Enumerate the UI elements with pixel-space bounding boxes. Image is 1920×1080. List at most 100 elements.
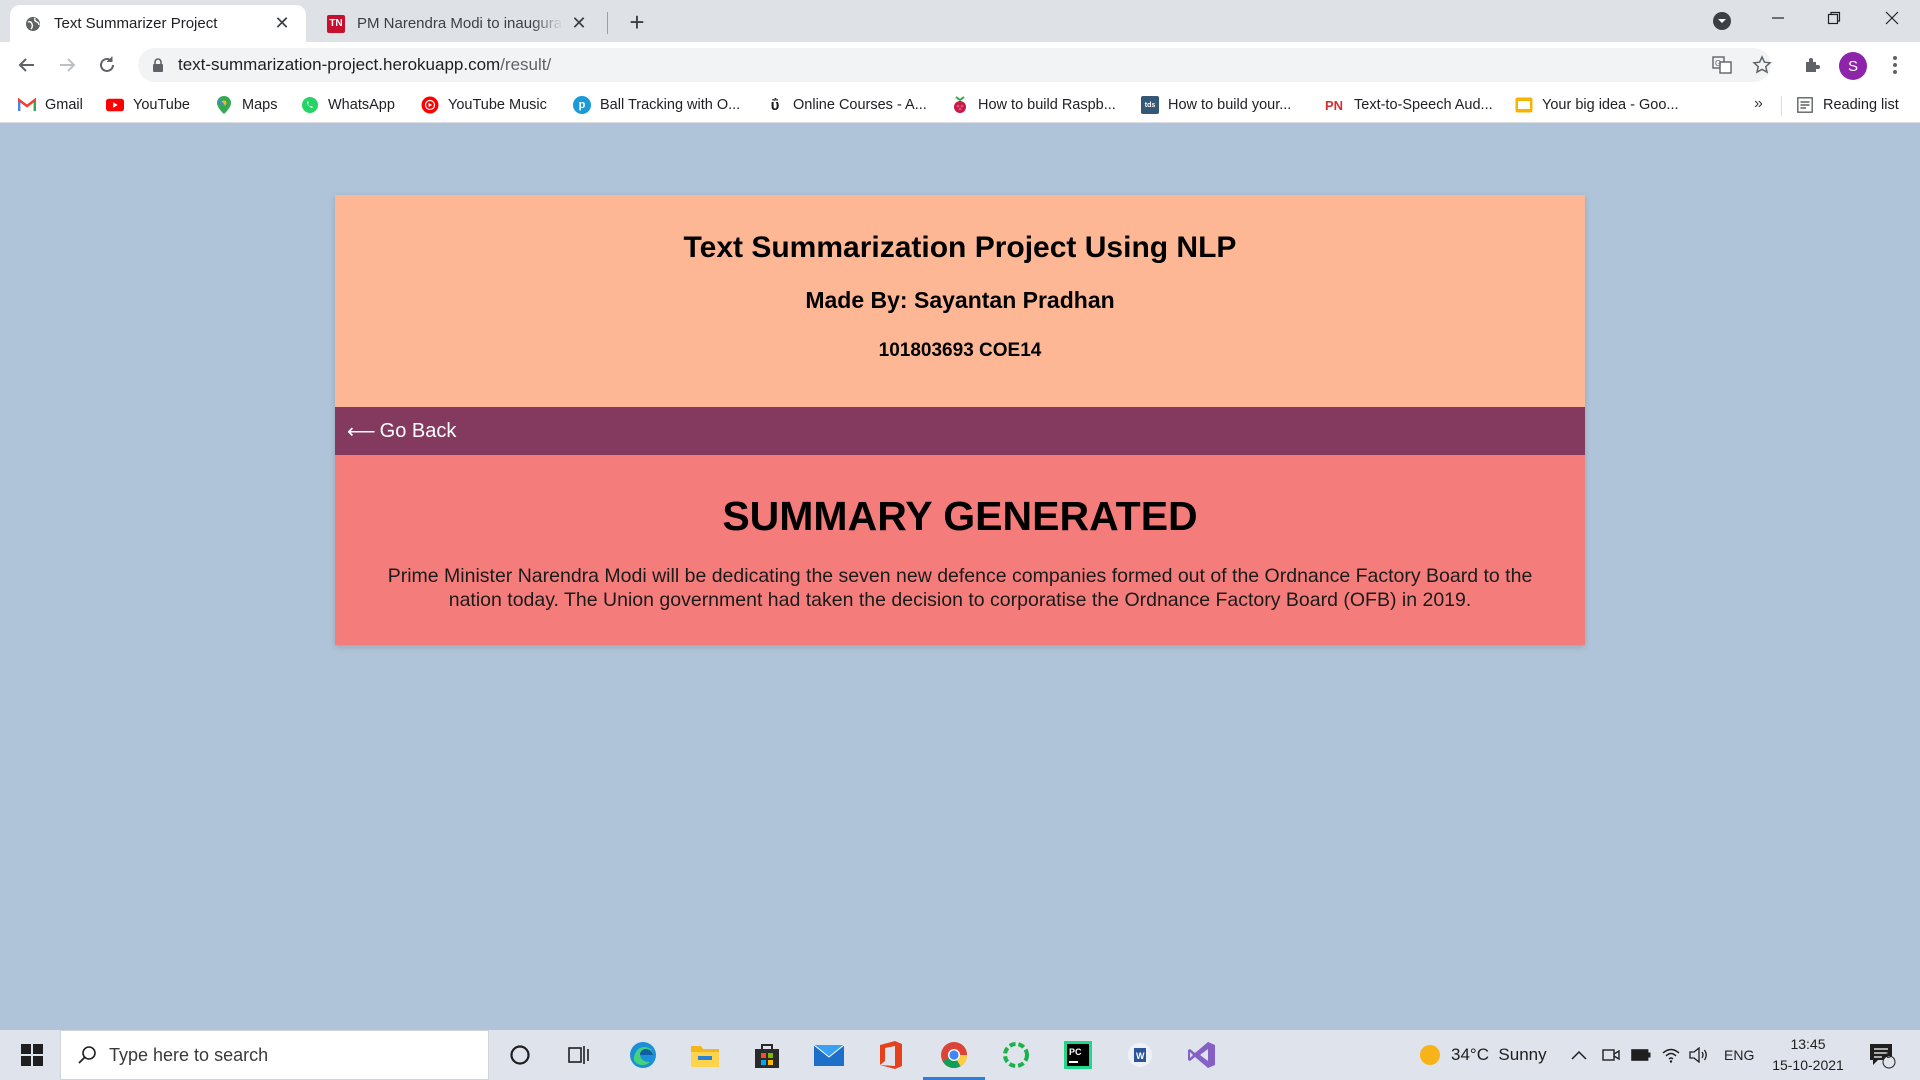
bookmark-youtube-music[interactable]: YouTube Music	[421, 93, 547, 117]
tab-pm-modi[interactable]: TN PM Narendra Modi to inaugurate ✕	[313, 5, 603, 42]
minimize-button[interactable]	[1750, 0, 1806, 36]
chevron-down-circle-icon	[1713, 12, 1731, 30]
mail-icon[interactable]	[804, 1035, 854, 1075]
gmail-icon	[18, 96, 36, 114]
bookmark-label: Ball Tracking with O...	[600, 97, 741, 113]
bookmark-label: Text-to-Speech Aud...	[1354, 97, 1493, 113]
windows-logo-icon	[21, 1044, 43, 1066]
nav-bar: ⟵ Go Back	[335, 407, 1585, 455]
lock-icon[interactable]	[150, 57, 166, 73]
forward-button[interactable]	[51, 49, 83, 81]
bookmark-label: WhatsApp	[328, 97, 395, 113]
p-icon: p	[573, 96, 591, 114]
go-back-link[interactable]: ⟵ Go Back	[347, 419, 456, 444]
address-bar[interactable]: text-summarization-project.herokuapp.com…	[138, 48, 1771, 82]
url-path: /result/	[500, 55, 552, 74]
tab-strip: Text Summarizer Project ✕ TN PM Narendra…	[0, 0, 1920, 42]
tab-title: PM Narendra Modi to inaugurate	[357, 15, 563, 32]
taskbar-search-input[interactable]: Type here to search	[60, 1030, 489, 1080]
bookmark-tds[interactable]: tds How to build your...	[1141, 93, 1291, 117]
weather-text: 34°C Sunny	[1451, 1045, 1547, 1064]
reload-icon	[100, 56, 114, 72]
winword-app-icon[interactable]: W	[1115, 1035, 1165, 1075]
url-text: text-summarization-project.herokuapp.com…	[178, 55, 551, 75]
system-clock[interactable]: 13:45 15-10-2021	[1766, 1034, 1850, 1076]
bookmark-online-courses[interactable]: ΰ Online Courses - A...	[766, 93, 927, 117]
wifi-icon[interactable]	[1662, 1030, 1680, 1080]
translate-icon[interactable]: G	[1707, 50, 1737, 80]
result-card: Text Summarization Project Using NLP Mad…	[335, 195, 1585, 645]
udemy-icon: ΰ	[770, 96, 780, 114]
bookmark-big-idea[interactable]: Your big idea - Goo...	[1515, 93, 1679, 117]
visual-studio-icon[interactable]	[1177, 1035, 1227, 1075]
roll-number: 101803693 COE14	[878, 340, 1042, 361]
bookmark-youtube[interactable]: YouTube	[106, 93, 190, 117]
battery-icon[interactable]	[1631, 1030, 1651, 1080]
tab-search-button[interactable]	[1710, 9, 1734, 33]
bookmark-raspberry[interactable]: How to build Raspb...	[951, 93, 1116, 117]
volume-icon[interactable]	[1689, 1030, 1709, 1080]
bookmark-label: Maps	[242, 97, 278, 113]
close-tab-icon[interactable]: ✕	[272, 13, 292, 34]
globe-icon	[24, 15, 42, 33]
bookmark-ball-tracking[interactable]: p Ball Tracking with O...	[573, 93, 740, 117]
weather-widget[interactable]: 34°C Sunny	[1419, 1030, 1547, 1080]
bookmark-label: YouTube	[133, 97, 190, 113]
windows-taskbar: Type here to search PC W 34°C Sunny ENG …	[0, 1030, 1920, 1080]
notification-center-button[interactable]: 5	[1868, 1030, 1896, 1080]
reading-list-icon	[1796, 96, 1814, 114]
search-icon	[77, 1045, 97, 1065]
office-icon[interactable]	[866, 1035, 916, 1075]
menu-kebab-icon[interactable]	[1880, 50, 1910, 80]
bookmark-label: How to build your...	[1168, 97, 1292, 113]
raspberry-icon	[951, 96, 969, 114]
tab-separator	[607, 12, 608, 34]
bookmark-text-to-speech[interactable]: PN Text-to-Speech Aud...	[1323, 93, 1493, 117]
bookmark-gmail[interactable]: Gmail	[18, 93, 83, 117]
show-hidden-icons-button[interactable]	[1571, 1030, 1587, 1080]
bookmarks-more-button[interactable]: »	[1754, 95, 1763, 113]
meet-now-icon[interactable]	[1602, 1030, 1620, 1080]
author-line: Made By: Sayantan Pradhan	[805, 287, 1115, 313]
profile-avatar[interactable]: S	[1839, 52, 1867, 80]
bookmark-star-icon[interactable]	[1747, 50, 1777, 80]
tds-icon: tds	[1141, 96, 1159, 114]
start-button[interactable]	[8, 1030, 56, 1080]
store-icon[interactable]	[742, 1035, 792, 1075]
reading-list-button[interactable]: Reading list	[1796, 93, 1899, 117]
pn-icon: PN	[1324, 97, 1344, 113]
back-button[interactable]	[11, 49, 43, 81]
reload-button[interactable]	[91, 49, 123, 81]
task-view-icon[interactable]	[555, 1035, 605, 1075]
sun-icon	[1420, 1045, 1440, 1065]
reading-list-label: Reading list	[1823, 97, 1899, 113]
browser-toolbar: text-summarization-project.herokuapp.com…	[0, 42, 1920, 87]
circle-app-icon[interactable]	[991, 1035, 1041, 1075]
clock-time: 13:45	[1790, 1036, 1826, 1052]
bookmark-label: Gmail	[45, 97, 83, 113]
chrome-icon[interactable]	[929, 1035, 979, 1075]
arrow-right-icon	[60, 58, 76, 72]
bookmark-whatsapp[interactable]: WhatsApp	[301, 93, 395, 117]
edge-icon[interactable]	[618, 1035, 668, 1075]
youtube-icon	[106, 96, 124, 114]
pycharm-icon[interactable]: PC	[1053, 1035, 1103, 1075]
arrow-left-icon	[18, 58, 34, 72]
restore-button[interactable]	[1806, 0, 1862, 36]
svg-text:PC: PC	[1069, 1047, 1082, 1057]
tab-text-summarizer[interactable]: Text Summarizer Project ✕	[10, 5, 306, 42]
times-now-icon-text: TN	[329, 18, 343, 29]
new-tab-button[interactable]: +	[622, 7, 652, 37]
cortana-icon[interactable]	[495, 1035, 545, 1075]
file-explorer-icon[interactable]	[680, 1035, 730, 1075]
svg-text:W: W	[1136, 1051, 1145, 1061]
arrow-left-icon: ⟵	[347, 420, 376, 443]
bookmark-maps[interactable]: Maps	[215, 93, 277, 117]
close-tab-icon[interactable]: ✕	[569, 13, 589, 34]
close-window-button[interactable]	[1864, 0, 1920, 36]
url-host: text-summarization-project.herokuapp.com	[178, 55, 501, 74]
bookmarks-separator	[1781, 96, 1782, 116]
extensions-icon[interactable]	[1797, 50, 1827, 80]
chevron-up-icon	[1571, 1050, 1587, 1060]
language-indicator[interactable]: ENG	[1724, 1030, 1754, 1080]
